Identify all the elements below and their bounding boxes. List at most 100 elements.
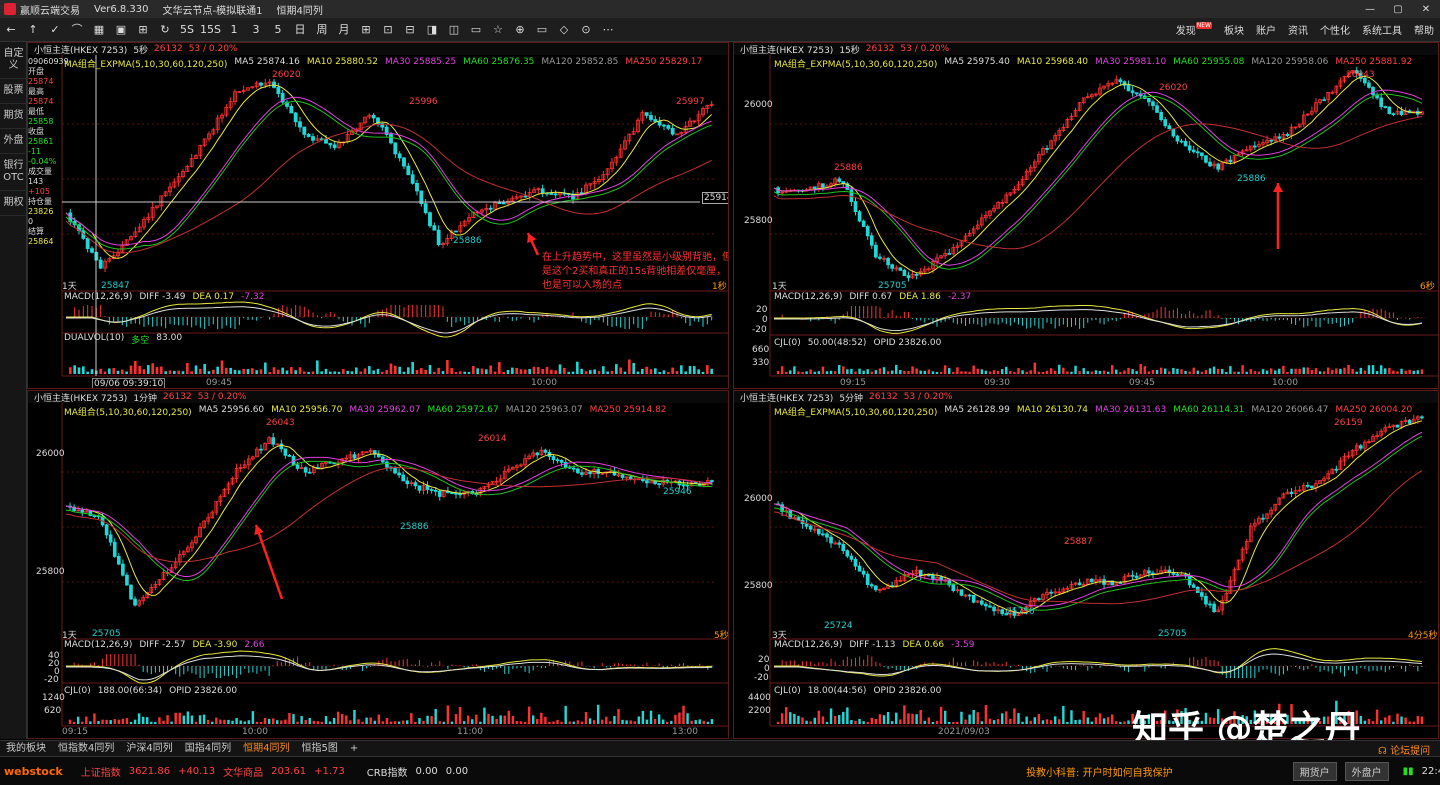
quote-sidebox: 09060939 开盘 25874 最高 25874 最低 25858 收盘 25861 -11-… [28,57,69,247]
candle [423,203,428,214]
candle [410,174,415,184]
layout-tab[interactable]: 恒期4同列 [237,741,295,757]
left-nav-item[interactable]: 期权 [0,191,27,216]
toolbar: ← ↑ ✓ ⌒ ▦ ▣ ⊞ ↻ 5S 15S 1 3 5 日周月 ⊞ ⊡ ⊟ ◨ ◫ ▭ ☆ ⊕ ▭ ◇ ⊙ ⋯ 发现NEW 板块 账户… [0,18,1440,42]
candle [1379,97,1384,107]
macd-legend: MACD(12,26,9) DIFF -1.13 DEA 0.66 -3.59 [774,640,975,650]
candle [1269,139,1273,142]
menu-item[interactable]: 资讯 [1288,22,1308,37]
toolbar-button[interactable]: 周 [313,20,331,40]
candle [1163,119,1168,127]
candle [927,574,931,577]
toolbar-button[interactable]: ☆ [489,20,507,40]
candle [1126,84,1131,92]
left-nav-item[interactable]: 期货 [0,104,27,129]
close-icon[interactable]: ✕ [1412,4,1440,15]
cursor-time: 09/06 09:39:10 [92,378,166,389]
sh-index-label[interactable]: 上证指数 [81,764,121,779]
toolbar-button[interactable]: ⊕ [511,20,529,40]
toolbar-button[interactable]: 5S [178,20,196,40]
minimize-icon[interactable]: — [1356,4,1384,15]
toolbar-button[interactable]: ⌒ [68,20,86,40]
candle [829,536,833,544]
layout-tab[interactable]: 我的板块 [0,741,52,757]
candle [1049,591,1053,594]
toolbar-button[interactable]: 15S [200,20,221,40]
edu-tip[interactable]: 投教小科普: 开户时如何自我保护 [1026,764,1173,779]
high-label: 25886 [834,163,863,173]
toolbar-button[interactable]: ⊞ [134,20,152,40]
candle [90,248,94,253]
layout-tab[interactable]: 恒指5图 [296,741,344,757]
foreign-account-button[interactable]: 外盘户 [1344,761,1389,781]
toolbar-button[interactable]: ◨ [423,20,441,40]
price-tick: 26000 [744,100,773,110]
candle [1216,163,1221,170]
toolbar-button[interactable]: ✓ [46,20,64,40]
low-label: 25724 [824,621,853,631]
ma-legend: MA组合(5,10,30,60,120,250) MA5 25956.60 MA10… [64,405,667,418]
forum-button[interactable]: ☊ 论坛提问 [1378,742,1430,757]
high-label: 26020 [1159,83,1188,93]
toolbar-button[interactable]: ▭ [533,20,551,40]
menu-item[interactable]: 系统工具 [1362,22,1402,37]
toolbar-button[interactable]: ⊟ [401,20,419,40]
toolbar-button[interactable]: 5 [269,20,287,40]
toolbar-button[interactable]: ▦ [90,20,108,40]
menu-item[interactable]: 发现NEW [1176,22,1212,37]
toolbar-button[interactable]: ⊞ [357,20,375,40]
candle [405,480,410,485]
wh-index-label[interactable]: 文华商品 [223,764,263,779]
toolbar-button[interactable]: ◇ [555,20,573,40]
candle [393,467,397,474]
maximize-icon[interactable]: ▢ [1384,4,1412,15]
menu-item[interactable]: 个性化 [1320,22,1350,37]
toolbar-button[interactable]: ◫ [445,20,463,40]
chart-pane-5m[interactable]: 小恒主连(HKEX 7253) 5分钟 26132 53 / 0.20% MA组… [733,390,1439,739]
toolbar-button[interactable]: ↑ [24,20,42,40]
left-nav-item[interactable]: 外盘 [0,129,27,154]
quote-field: 结算 [28,227,44,236]
webstock-logo: webstock [4,764,63,778]
candle [1395,424,1400,428]
toolbar-button[interactable]: ▣ [112,20,130,40]
time-tick: 13:00 [672,727,698,737]
futures-account-button[interactable]: 期货户 [1292,761,1337,781]
left-nav-item[interactable]: 银行OTC [0,154,27,191]
candle [1387,106,1392,115]
signal-icon: ▮▮ [1402,765,1414,777]
quote-field: 0 [28,217,34,226]
chart-pane-15s[interactable]: 小恒主连(HKEX 7253) 15秒 26132 53 / 0.20% MA组… [733,42,1439,389]
menu-item[interactable]: 账户 [1256,22,1276,37]
crb-index-label[interactable]: CRB指数 [367,764,408,779]
layout-tab[interactable]: 沪深4同列 [120,741,178,757]
chart-pane-5s[interactable]: 小恒主连(HKEX 7253) 5秒 26132 53 / 0.20% MA组合… [27,42,729,389]
left-nav-item[interactable]: 自定义 [0,42,27,79]
toolbar-button[interactable]: 月 [335,20,353,40]
menu-item[interactable]: 板块 [1224,22,1244,37]
toolbar-button[interactable]: 日 [291,20,309,40]
chart-pane-1m[interactable]: 小恒主连(HKEX 7253) 1分钟 26132 53 / 0.20% MA组… [27,390,729,739]
toolbar-button[interactable]: ↻ [156,20,174,40]
layout-tab[interactable]: 国指4同列 [179,741,237,757]
toolbar-button[interactable]: ← [2,20,20,40]
candle [1371,87,1375,96]
candle [1195,151,1200,154]
candle [535,452,540,456]
candle [428,212,432,227]
menu-item[interactable]: 帮助 [1414,22,1434,37]
toolbar-button[interactable]: 3 [247,20,265,40]
toolbar-button[interactable]: ⊡ [379,20,397,40]
menu-item-label: 个性化 [1320,26,1350,37]
toolbar-button[interactable]: ▭ [467,20,485,40]
low-label: 25705 [1158,629,1187,639]
macd-tick: -20 [754,673,769,683]
left-nav-item[interactable]: 股票 [0,79,27,104]
candle [92,515,97,517]
toolbar-button[interactable]: 1 [225,20,243,40]
vol-tick: 620 [44,706,62,716]
layout-tab[interactable]: 恒指数4同列 [52,741,120,757]
toolbar-button[interactable]: ⋯ [599,20,617,40]
toolbar-button[interactable]: ⊙ [577,20,595,40]
layout-tab[interactable]: + [344,741,364,757]
